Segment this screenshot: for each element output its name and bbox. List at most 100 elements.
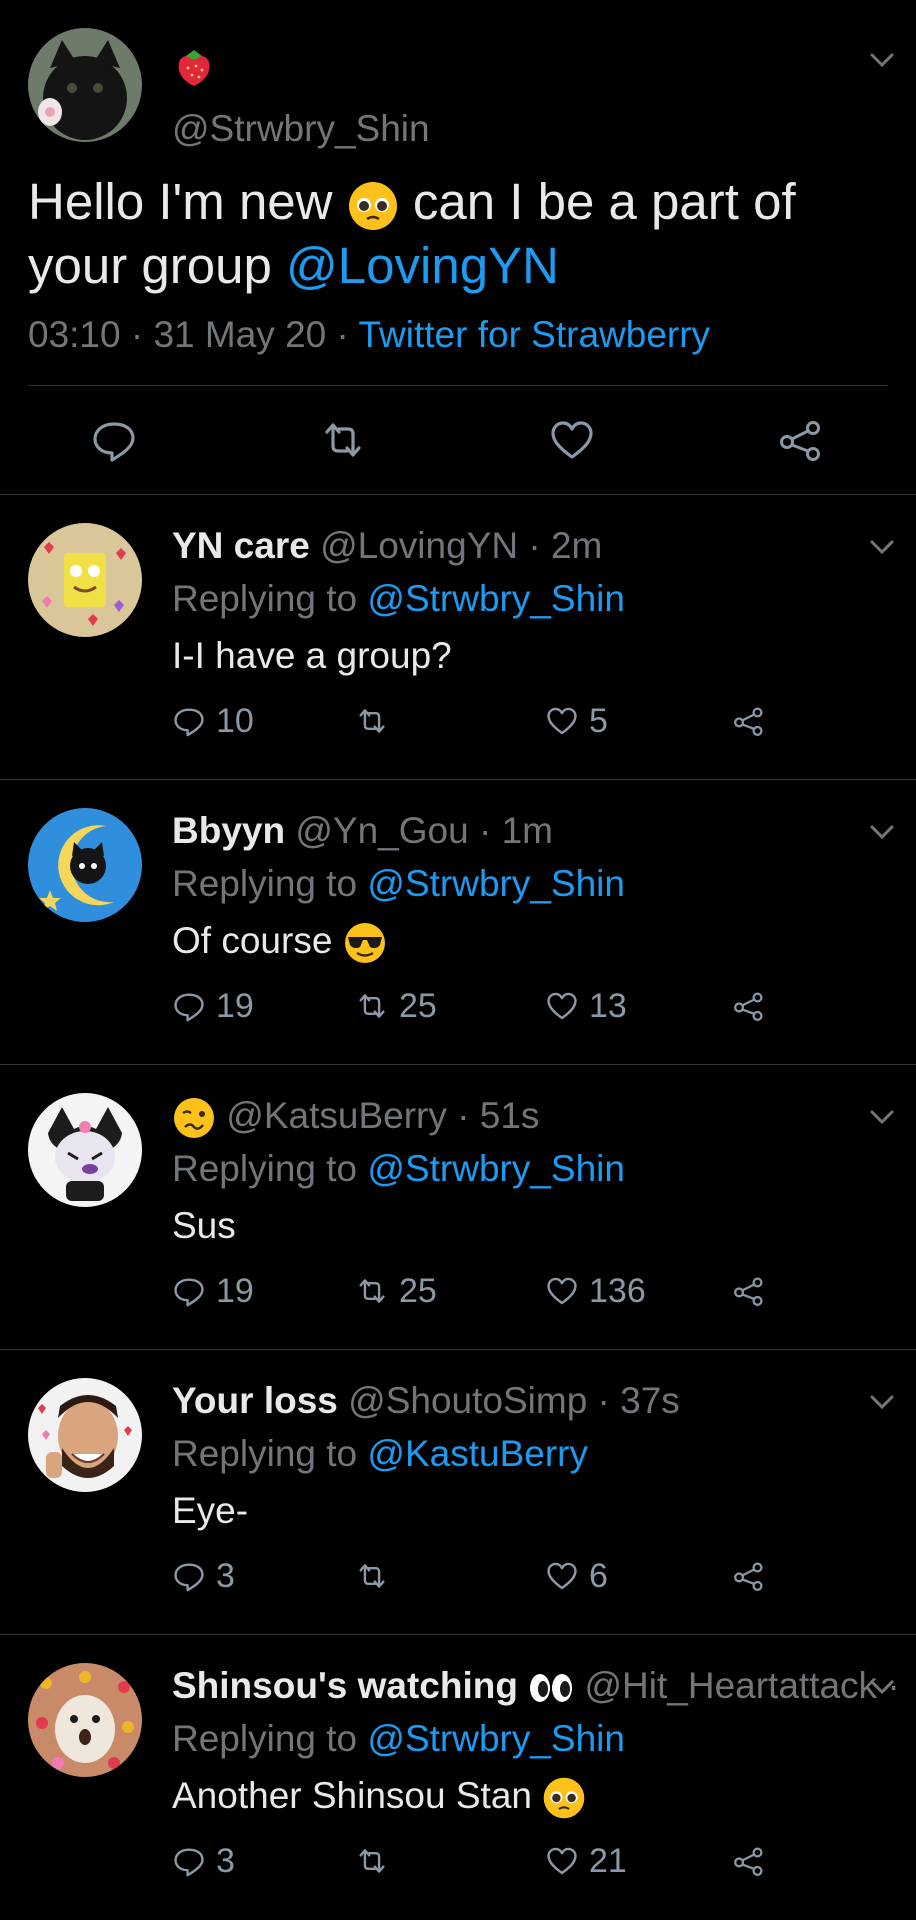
handle-time[interactable]: @KatsuBerry · 51s	[226, 1095, 539, 1136]
woozy-face-emoji-icon	[174, 1098, 214, 1139]
replying-to: Replying to @Strwbry_Shin	[172, 1718, 625, 1759]
retweet-action[interactable]: 25	[355, 1271, 437, 1311]
reply-text: Eye-	[172, 1490, 249, 1531]
reply-tweet[interactable]: YN care @LovingYN · 2m Replying to @Strw…	[0, 495, 916, 780]
reply-action[interactable]: 10	[172, 701, 254, 741]
like-icon	[547, 1277, 577, 1305]
like-action[interactable]: 13	[545, 986, 627, 1026]
share-action[interactable]	[732, 986, 776, 1026]
like-count: 21	[589, 1841, 627, 1880]
share-icon	[734, 707, 763, 736]
like-action[interactable]: 5	[545, 701, 608, 741]
chevron-down-icon[interactable]	[868, 1388, 896, 1416]
avatar[interactable]	[28, 1093, 142, 1207]
share-icon	[734, 992, 763, 1021]
chevron-down-icon[interactable]	[868, 1673, 896, 1701]
like-icon[interactable]	[548, 416, 596, 464]
replying-to-link[interactable]: @Strwbry_Shin	[367, 1148, 625, 1189]
reply-icon	[174, 1848, 204, 1877]
replying-to: Replying to @Strwbry_Shin	[172, 578, 625, 619]
sunglasses-emoji-icon	[344, 923, 385, 964]
eyes-emoji-icon	[530, 1674, 573, 1703]
reply-action[interactable]: 19	[172, 1271, 254, 1311]
like-count: 5	[589, 701, 608, 740]
display-name[interactable]: Your loss	[172, 1380, 338, 1421]
handle-time[interactable]: @Yn_Gou · 1m	[295, 810, 553, 851]
retweet-count: 25	[399, 986, 437, 1025]
reply-count: 3	[216, 1556, 235, 1595]
like-count: 6	[589, 1556, 608, 1595]
retweet-icon	[359, 994, 385, 1018]
reply-header: YN care @LovingYN · 2m	[172, 525, 602, 567]
reply-text: Another Shinsou Stan	[172, 1775, 586, 1820]
reply-header: Bbyyn @Yn_Gou · 1m	[172, 810, 553, 852]
chevron-down-icon[interactable]	[868, 1103, 896, 1131]
like-count: 13	[589, 986, 627, 1025]
retweet-count: 25	[399, 1271, 437, 1310]
retweet-icon	[359, 1849, 385, 1873]
retweet-icon[interactable]	[319, 416, 367, 464]
retweet-action[interactable]	[355, 1841, 399, 1881]
chevron-down-icon[interactable]	[868, 818, 896, 846]
share-action[interactable]	[732, 1271, 776, 1311]
share-action[interactable]	[732, 1841, 776, 1881]
avatar[interactable]	[28, 523, 142, 637]
replying-to-link[interactable]: @Strwbry_Shin	[367, 863, 625, 904]
handle-time[interactable]: @ShoutoSimp · 37s	[348, 1380, 680, 1421]
reply-tweet[interactable]: Bbyyn @Yn_Gou · 1m Replying to @Strwbry_…	[0, 780, 916, 1065]
author-handle[interactable]: @Strwbry_Shin	[172, 108, 430, 150]
reply-text: I-I have a group?	[172, 635, 452, 676]
reply-count: 19	[216, 1271, 254, 1310]
like-icon	[547, 1562, 577, 1590]
avatar[interactable]	[28, 28, 142, 142]
reply-icon	[174, 1278, 204, 1307]
replying-to-link[interactable]: @Strwbry_Shin	[367, 1718, 625, 1759]
like-count: 136	[589, 1271, 646, 1310]
like-action[interactable]: 136	[545, 1271, 646, 1311]
reply-tweet[interactable]: @KatsuBerry · 51s Replying to @Strwbry_S…	[0, 1065, 916, 1350]
tweet-source[interactable]: Twitter for Strawberry	[358, 314, 710, 355]
reply-count: 3	[216, 1841, 235, 1880]
handle-time[interactable]: @LovingYN · 2m	[320, 525, 602, 566]
reply-tweet[interactable]: Shinsou's watching @Hit_Heartattack · Re…	[0, 1635, 916, 1919]
replying-to-link[interactable]: @KastuBerry	[367, 1433, 588, 1474]
main-tweet: @Strwbry_Shin Hello I'm new can I be a p…	[0, 0, 916, 495]
mention-link[interactable]: @LovingYN	[286, 237, 559, 294]
avatar[interactable]	[28, 808, 142, 922]
share-icon	[734, 1277, 763, 1306]
like-action[interactable]: 21	[545, 1841, 627, 1881]
display-name[interactable]: Bbyyn	[172, 810, 285, 851]
reply-action[interactable]: 19	[172, 986, 254, 1026]
share-icon	[734, 1847, 763, 1876]
share-action[interactable]	[732, 701, 776, 741]
reply-action[interactable]: 3	[172, 1556, 235, 1596]
display-name[interactable]: YN care	[172, 525, 310, 566]
reply-icon	[174, 708, 204, 737]
like-icon	[547, 1847, 577, 1875]
avatar[interactable]	[28, 1663, 142, 1777]
chevron-down-icon[interactable]	[868, 533, 896, 561]
reply-action[interactable]: 3	[172, 1841, 235, 1881]
timestamp: 03:10 · 31 May 20 ·	[28, 314, 349, 355]
reply-count: 10	[216, 701, 254, 740]
tweet-meta: 03:10 · 31 May 20 · Twitter for Strawber…	[28, 314, 710, 356]
avatar[interactable]	[28, 1378, 142, 1492]
pleading-face-emoji-icon	[348, 181, 397, 230]
retweet-action[interactable]	[355, 701, 399, 741]
chevron-down-icon[interactable]	[868, 46, 896, 74]
reply-tweet[interactable]: Your loss @ShoutoSimp · 37s Replying to …	[0, 1350, 916, 1635]
share-action[interactable]	[732, 1556, 776, 1596]
replying-to-link[interactable]: @Strwbry_Shin	[367, 578, 625, 619]
share-icon[interactable]	[777, 416, 825, 464]
handle-time[interactable]: @Hit_Heartattack ·	[585, 1665, 900, 1706]
tweet-text: Hello I'm new can I be a part of your gr…	[28, 173, 796, 294]
divider	[28, 385, 888, 386]
retweet-icon	[359, 1564, 385, 1588]
reply-header: Your loss @ShoutoSimp · 37s	[172, 1380, 680, 1422]
like-action[interactable]: 6	[545, 1556, 608, 1596]
reply-icon[interactable]	[90, 416, 138, 464]
display-name[interactable]: Shinsou's watching	[172, 1665, 518, 1706]
retweet-action[interactable]: 25	[355, 986, 437, 1026]
retweet-action[interactable]	[355, 1556, 399, 1596]
like-icon	[547, 992, 577, 1020]
